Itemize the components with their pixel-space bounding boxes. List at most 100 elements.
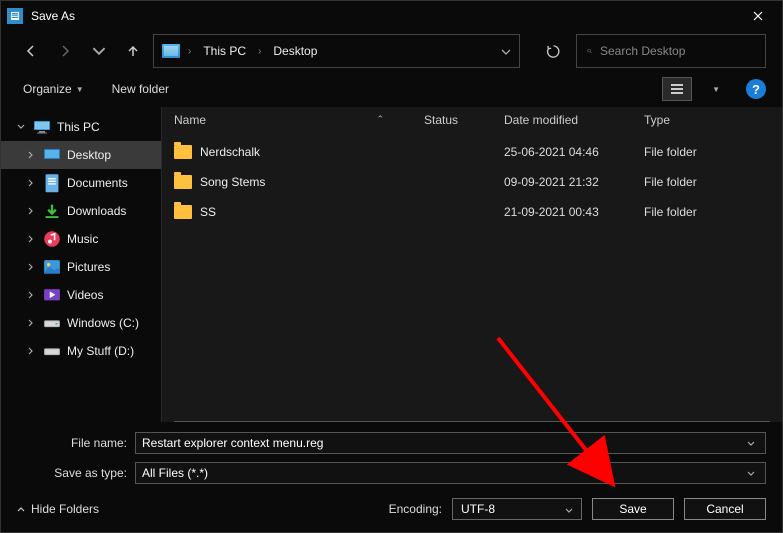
folder-icon [174,175,192,189]
row-type: File folder [644,205,782,219]
encoding-label: Encoding: [389,502,442,516]
expand-icon[interactable] [25,263,37,271]
view-dropdown[interactable]: ▼ [712,85,720,94]
chevron-right-icon: › [258,46,261,57]
chevron-right-icon: › [188,46,191,57]
sidebar-item-music[interactable]: Music [1,225,161,253]
sidebar-item-documents[interactable]: Documents [1,169,161,197]
breadcrumb-desktop[interactable]: Desktop [269,42,321,60]
type-value: All Files (*.*) [142,466,743,480]
sidebar-label: Pictures [67,260,110,274]
sidebar-item-d-drive[interactable]: My Stuff (D:) [1,337,161,365]
this-pc-icon [162,44,180,58]
hide-folders-button[interactable]: Hide Folders [17,502,99,516]
nav-sidebar: This PC Desktop Documents Downloads Musi [1,107,161,422]
view-button[interactable] [662,77,692,101]
sidebar-label: Desktop [67,148,111,162]
sidebar-label: Music [67,232,98,246]
collapse-icon[interactable] [15,123,27,131]
sidebar-item-c-drive[interactable]: Windows (C:) [1,309,161,337]
column-type[interactable]: Type [644,113,782,127]
expand-icon[interactable] [25,151,37,159]
sidebar-item-desktop[interactable]: Desktop [1,141,161,169]
type-dropdown[interactable] [743,468,759,478]
pictures-icon [43,259,61,275]
expand-icon[interactable] [25,179,37,187]
help-button[interactable]: ? [746,79,766,99]
up-button[interactable] [119,37,147,65]
music-icon [43,231,61,247]
form-area: File name: Save as type: All Files (*.*) [1,422,782,490]
row-name: Nerdschalk [200,145,424,159]
new-folder-button[interactable]: New folder [106,78,175,100]
search-input[interactable] [600,44,755,58]
organize-button[interactable]: Organize▼ [17,78,90,100]
expand-icon[interactable] [25,207,37,215]
chevron-up-icon [17,504,25,515]
encoding-value: UTF-8 [461,502,495,516]
search-box[interactable] [576,34,766,68]
column-name[interactable]: Name⌃ [174,113,424,127]
drive-icon [43,315,61,331]
forward-button[interactable] [51,37,79,65]
sidebar-item-downloads[interactable]: Downloads [1,197,161,225]
sidebar-label: Windows (C:) [67,316,139,330]
expand-icon[interactable] [25,347,37,355]
filename-label: File name: [17,436,127,450]
table-row[interactable]: Song Stems 09-09-2021 21:32File folder [162,167,782,197]
new-folder-label: New folder [112,82,169,96]
folder-icon [174,205,192,219]
close-button[interactable] [740,1,776,31]
content-area: This PC Desktop Documents Downloads Musi [1,107,782,422]
table-row[interactable]: SS 21-09-2021 00:43File folder [162,197,782,227]
downloads-icon [43,203,61,219]
filename-dropdown[interactable] [743,438,759,448]
sidebar-label: Videos [67,288,103,302]
desktop-icon [43,147,61,163]
row-name: SS [200,205,424,219]
type-field[interactable]: All Files (*.*) [135,462,766,484]
refresh-button[interactable] [536,34,570,68]
sidebar-item-videos[interactable]: Videos [1,281,161,309]
breadcrumb-this-pc[interactable]: This PC [199,42,250,60]
file-list: Name⌃ Status Date modified Type Nerdscha… [161,107,782,422]
search-icon [587,44,592,58]
row-date: 09-09-2021 21:32 [504,175,644,189]
recent-dropdown[interactable] [85,37,113,65]
column-date[interactable]: Date modified [504,113,644,127]
row-date: 25-06-2021 04:46 [504,145,644,159]
row-type: File folder [644,145,782,159]
organize-label: Organize [23,82,72,96]
type-label: Save as type: [17,466,127,480]
table-row[interactable]: Nerdschalk 25-06-2021 04:46File folder [162,137,782,167]
expand-icon[interactable] [25,235,37,243]
documents-icon [43,175,61,191]
row-type: File folder [644,175,782,189]
nav-row: › This PC › Desktop [1,31,782,71]
save-button[interactable]: Save [592,498,674,520]
sort-asc-icon: ⌃ [376,114,384,125]
expand-icon[interactable] [25,291,37,299]
toolbar: Organize▼ New folder ▼ ? [1,71,782,107]
cancel-button[interactable]: Cancel [684,498,766,520]
filename-field[interactable] [135,432,766,454]
filename-input[interactable] [142,436,743,450]
expand-icon[interactable] [25,319,37,327]
column-status[interactable]: Status [424,113,504,127]
encoding-select[interactable]: UTF-8 [452,498,582,520]
back-button[interactable] [17,37,45,65]
save-as-dialog: Save As › This PC › Desktop Organize▼ [0,0,783,533]
sidebar-item-this-pc[interactable]: This PC [1,113,161,141]
action-bar: Hide Folders Encoding: UTF-8 Save Cancel [1,490,782,532]
folder-icon [174,145,192,159]
address-dropdown[interactable] [501,44,511,58]
sidebar-label: Documents [67,176,128,190]
drive-icon [43,343,61,359]
window-title: Save As [31,9,740,23]
row-name: Song Stems [200,175,424,189]
row-date: 21-09-2021 00:43 [504,205,644,219]
sidebar-label: My Stuff (D:) [67,344,134,358]
column-headers: Name⌃ Status Date modified Type [162,107,782,133]
sidebar-item-pictures[interactable]: Pictures [1,253,161,281]
address-bar[interactable]: › This PC › Desktop [153,34,520,68]
